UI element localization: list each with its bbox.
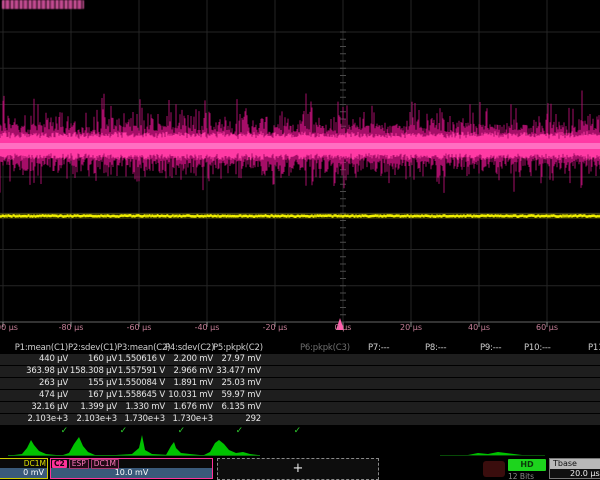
timebase-title: Tbase: [550, 459, 600, 469]
param-header-p9[interactable]: P9:---: [480, 342, 501, 354]
channel-c1-descriptor[interactable]: DC1M 0 mV: [0, 458, 48, 479]
time-axis: -100 µs -80 µs -60 µs -40 µs -20 µs 0 µs…: [0, 323, 600, 335]
channel-c2-descriptor[interactable]: C2 ESP DC1M 10.0 mV: [50, 458, 213, 479]
table-row-mean: 363.98 µV 158.308 µV 1.557591 V 2.966 mV…: [0, 366, 600, 378]
time-tick-label: 0 µs: [335, 323, 352, 332]
table-row-max: 474 µV 167 µV 1.558645 V 10.031 mV 59.97…: [0, 390, 600, 402]
cell: 1.550616 V: [117, 354, 165, 365]
param-header-p2[interactable]: P2:sdev(C1): [68, 342, 117, 354]
param-header-p8[interactable]: P8:---: [425, 342, 446, 354]
table-row-value: 440 µV 160 µV 1.550616 V 2.200 mV 27.97 …: [0, 354, 600, 366]
cell: 1.330 mV: [117, 402, 165, 413]
time-tick-label: 20 µs: [400, 323, 422, 332]
histicon[interactable]: [204, 440, 258, 455]
cell: 6.135 mV: [213, 402, 261, 413]
c2-esp-tag: ESP: [69, 459, 89, 469]
c1-volts-per-div: 0 mV: [0, 468, 47, 478]
cell: 292: [213, 414, 261, 425]
c2-coupling-tag: DC1M: [91, 459, 119, 469]
param-header-p10[interactable]: P10:---: [524, 342, 551, 354]
cell: 27.97 mV: [213, 354, 261, 365]
histicon[interactable]: [14, 440, 56, 455]
cell: 263 µV: [0, 378, 68, 389]
param-header-p6[interactable]: P6:pkpk(C3): [300, 342, 350, 354]
table-row-sdev: 32.16 µV 1.399 µV 1.330 mV 1.676 mV 6.13…: [0, 402, 600, 414]
cell: 440 µV: [0, 354, 68, 365]
histicon[interactable]: [468, 452, 522, 455]
time-tick-label: 60 µs: [536, 323, 558, 332]
param-header-p11[interactable]: P11:---: [588, 342, 600, 354]
param-header-p5[interactable]: P5:pkpk(C2): [213, 342, 261, 354]
cell: 2.200 mV: [165, 354, 213, 365]
cell: 2.103e+3: [0, 414, 68, 425]
dimmed-indicator: [483, 461, 505, 477]
waveform-grid: [0, 0, 600, 336]
cell: 363.98 µV: [0, 366, 68, 377]
time-tick-label: -60 µs: [127, 323, 152, 332]
measurement-table: P1:mean(C1) P2:sdev(C1) P3:mean(C2) P4:s…: [0, 342, 600, 436]
param-header-p3[interactable]: P3:mean(C2): [117, 342, 165, 354]
cell: 474 µV: [0, 390, 68, 401]
cell: 1.399 µV: [68, 402, 117, 413]
oscilloscope-screen: -100 µs -80 µs -60 µs -40 µs -20 µs 0 µs…: [0, 0, 600, 480]
cell: 25.03 mV: [213, 378, 261, 389]
cell: 10.031 mV: [165, 390, 213, 401]
param-header-p1[interactable]: P1:mean(C1): [0, 342, 68, 354]
cell: 1.891 mV: [165, 378, 213, 389]
cell: 1.558645 V: [117, 390, 165, 401]
measurement-header-row: P1:mean(C1) P2:sdev(C1) P3:mean(C2) P4:s…: [0, 342, 600, 354]
cell: 33.477 mV: [213, 366, 261, 377]
cell: 1.676 mV: [165, 402, 213, 413]
parameter-histicons[interactable]: [0, 433, 600, 458]
c2-badge: C2: [52, 460, 67, 468]
param-header-p4[interactable]: P4:sdev(C2): [165, 342, 213, 354]
timebase-value: 20.0 µs: [550, 469, 600, 479]
cell: 158.308 µV: [68, 366, 117, 377]
histicon[interactable]: [63, 437, 95, 455]
time-tick-label: -80 µs: [59, 323, 84, 332]
cell: 1.550084 V: [117, 378, 165, 389]
cell: 1.557591 V: [117, 366, 165, 377]
cell: 2.103e+3: [68, 414, 117, 425]
cell: 59.97 mV: [213, 390, 261, 401]
time-tick-label: -100 µs: [0, 323, 18, 332]
cell: 32.16 µV: [0, 402, 68, 413]
cell: 160 µV: [68, 354, 117, 365]
histicon[interactable]: [166, 442, 200, 455]
histicon[interactable]: [116, 435, 170, 455]
time-tick-label: -20 µs: [263, 323, 288, 332]
cell: 155 µV: [68, 378, 117, 389]
timebase-descriptor[interactable]: Tbase 20.0 µs: [549, 458, 600, 479]
cell: 167 µV: [68, 390, 117, 401]
cell: 2.966 mV: [165, 366, 213, 377]
add-trace-button[interactable]: +: [217, 458, 379, 480]
table-row-min: 263 µV 155 µV 1.550084 V 1.891 mV 25.03 …: [0, 378, 600, 390]
descriptor-bar: DC1M 0 mV C2 ESP DC1M 10.0 mV + HD 12 Bi…: [0, 458, 600, 480]
unreadable-trace-label-badge: [2, 0, 84, 9]
param-header-p7[interactable]: P7:---: [368, 342, 389, 354]
hd-mode-badge[interactable]: HD: [508, 459, 546, 471]
table-row-num: 2.103e+3 2.103e+3 1.730e+3 1.730e+3 292: [0, 414, 600, 426]
hd-bits-label: 12 Bits: [508, 472, 552, 480]
c2-volts-per-div: 10.0 mV: [51, 468, 212, 478]
time-tick-label: 40 µs: [468, 323, 490, 332]
cell: 1.730e+3: [165, 414, 213, 425]
cell: 1.730e+3: [117, 414, 165, 425]
c1-coupling-label: DC1M: [24, 459, 46, 468]
time-tick-label: -40 µs: [195, 323, 220, 332]
